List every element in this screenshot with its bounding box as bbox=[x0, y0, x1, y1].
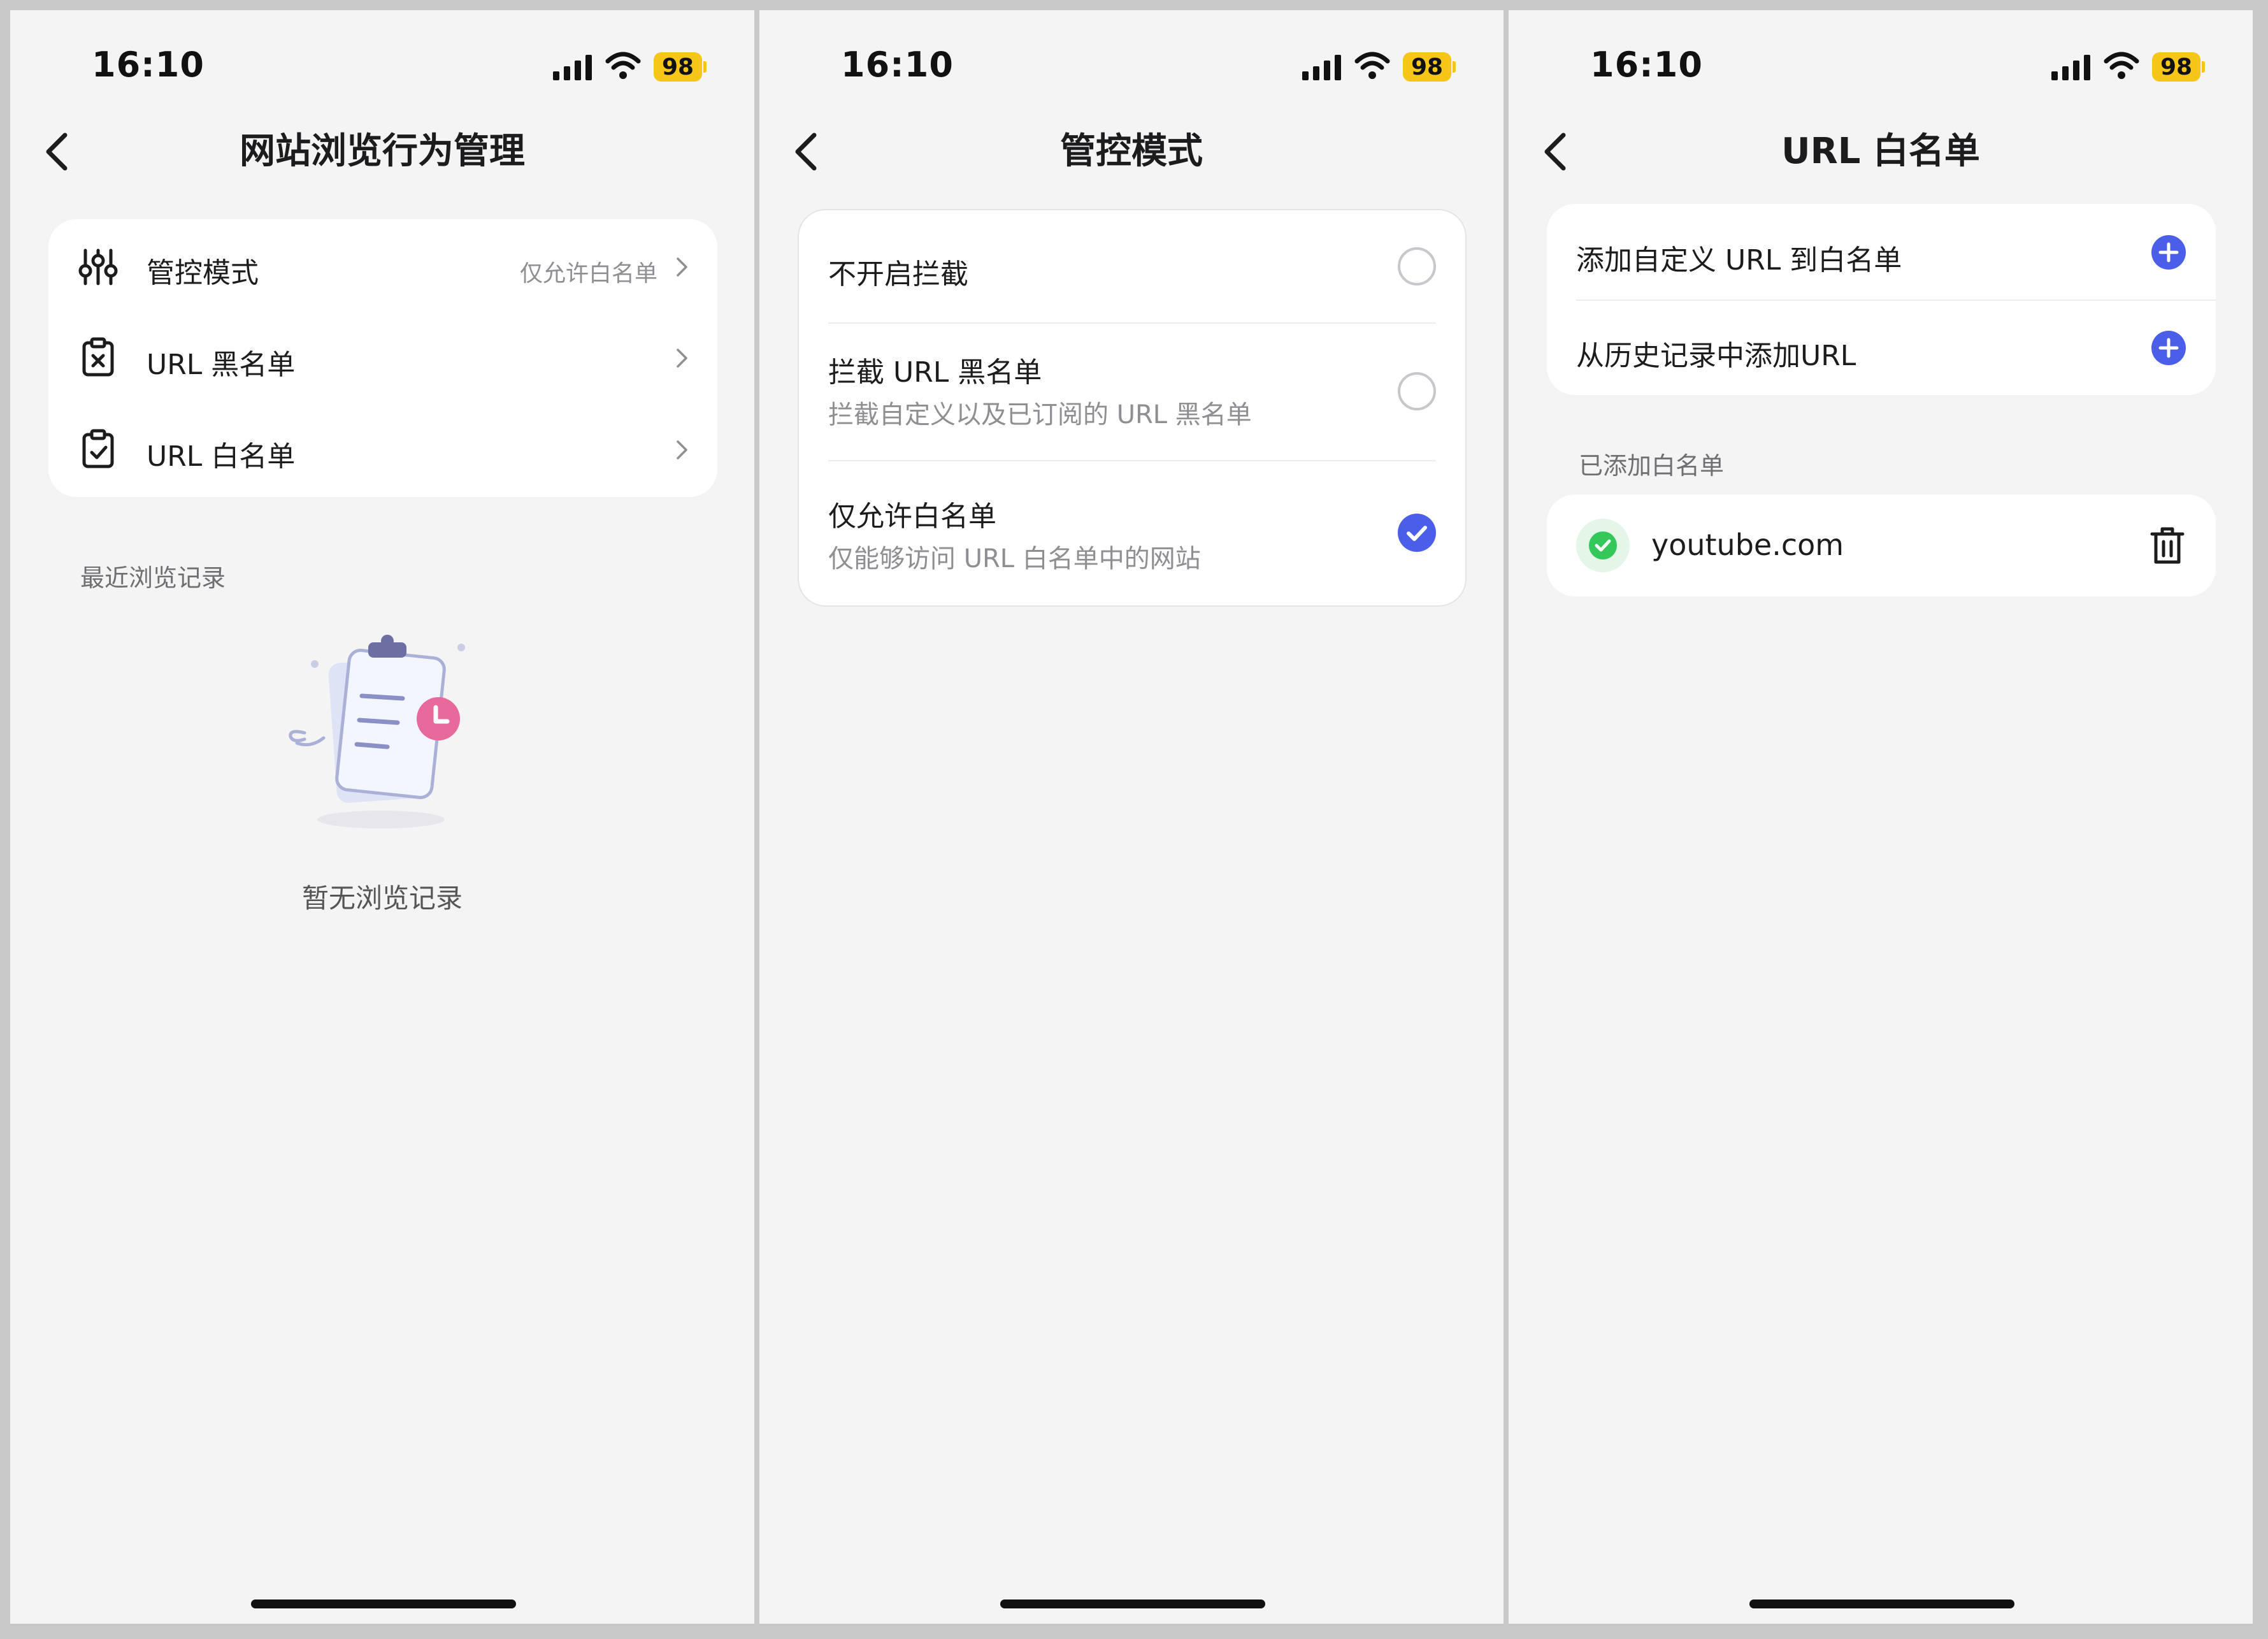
trash-icon[interactable] bbox=[2150, 526, 2185, 565]
menu-item-url-whitelist[interactable]: URL 白名单 bbox=[48, 404, 717, 497]
option-title: 不开启拦截 bbox=[828, 258, 968, 291]
chevron-right-icon bbox=[677, 349, 687, 368]
status-bar: 16:10 98 bbox=[759, 10, 1504, 106]
radio-checked-icon[interactable] bbox=[1398, 514, 1436, 552]
empty-clipboard-illustration bbox=[289, 635, 465, 828]
status-time: 16:10 bbox=[1590, 45, 1703, 85]
clipboard-check-icon bbox=[82, 429, 114, 468]
option-subtitle: 仅能够访问 URL 白名单中的网站 bbox=[828, 544, 1201, 574]
home-indicator bbox=[251, 1599, 516, 1608]
whitelist-domain: youtube.com bbox=[1651, 528, 1844, 562]
battery-nub bbox=[703, 61, 707, 73]
status-time: 16:10 bbox=[841, 45, 954, 85]
battery-badge: 98 bbox=[654, 52, 702, 82]
mode-options-card: 不开启拦截 拦截 URL 黑名单 拦截自定义以及已订阅的 URL 黑名单 仅允许… bbox=[798, 209, 1467, 607]
signal-icon bbox=[2051, 55, 2090, 80]
battery-badge: 98 bbox=[2152, 52, 2200, 82]
clipboard-x-icon bbox=[82, 337, 114, 377]
battery-nub bbox=[2202, 61, 2205, 73]
menu-label-control-mode: 管控模式 bbox=[147, 257, 259, 289]
option-block-blacklist[interactable]: 拦截 URL 黑名单 拦截自定义以及已订阅的 URL 黑名单 bbox=[799, 324, 1465, 460]
signal-icon bbox=[1302, 55, 1341, 80]
page-title: 管控模式 bbox=[1060, 131, 1203, 172]
wifi-icon bbox=[2104, 52, 2139, 79]
list-item[interactable]: youtube.com bbox=[1547, 495, 2216, 596]
menu-label-url-whitelist: URL 白名单 bbox=[147, 440, 296, 473]
chevron-right-icon bbox=[677, 257, 687, 277]
radio-unchecked[interactable] bbox=[1398, 372, 1436, 410]
radio-unchecked[interactable] bbox=[1398, 247, 1436, 285]
action-label: 从历史记录中添加URL bbox=[1576, 340, 1856, 372]
status-bar: 16:10 98 bbox=[1509, 10, 2253, 106]
status-time: 16:10 bbox=[92, 45, 205, 85]
empty-history-text: 暂无浏览记录 bbox=[301, 883, 463, 914]
option-subtitle: 拦截自定义以及已订阅的 URL 黑名单 bbox=[828, 400, 1252, 430]
check-circle-icon bbox=[1576, 519, 1630, 572]
status-bar: 16:10 98 bbox=[10, 10, 754, 106]
screen-url-whitelist: 16:10 98 URL 白名单 添加自定义 URL 到白名单 从历史记录中添加… bbox=[1509, 10, 2253, 1624]
plus-circle-icon[interactable] bbox=[2151, 235, 2186, 270]
home-indicator bbox=[1000, 1599, 1265, 1608]
screen-control-mode: 16:10 98 管控模式 不开启拦截 拦截 URL 黑名单 拦截自定义以及已订… bbox=[759, 10, 1504, 1624]
add-actions-card: 添加自定义 URL 到白名单 从历史记录中添加URL bbox=[1547, 204, 2216, 395]
control-mode-value: 仅允许白名单 bbox=[519, 261, 657, 287]
battery-badge: 98 bbox=[1403, 52, 1451, 82]
option-no-blocking[interactable]: 不开启拦截 bbox=[799, 210, 1465, 322]
chevron-right-icon bbox=[677, 440, 687, 459]
signal-icon bbox=[553, 55, 592, 80]
home-indicator bbox=[1749, 1599, 2014, 1608]
page-title: 网站浏览行为管理 bbox=[240, 131, 525, 172]
page-title: URL 白名单 bbox=[1781, 131, 1980, 172]
add-from-history-button[interactable]: 从历史记录中添加URL bbox=[1547, 301, 2216, 395]
option-whitelist-only[interactable]: 仅允许白名单 仅能够访问 URL 白名单中的网站 bbox=[799, 461, 1465, 607]
option-title: 拦截 URL 黑名单 bbox=[828, 356, 1042, 389]
option-title: 仅允许白名单 bbox=[828, 500, 996, 533]
add-custom-url-button[interactable]: 添加自定义 URL 到白名单 bbox=[1547, 204, 2216, 300]
wifi-icon bbox=[1354, 52, 1390, 79]
whitelist-card: youtube.com bbox=[1547, 495, 2216, 596]
screen-browsing-management: 16:10 98 网站浏览行为管理 管控模式 仅允许白名单 URL 黑名单 UR… bbox=[10, 10, 754, 1624]
battery-nub bbox=[1453, 61, 1456, 73]
section-added-whitelist: 已添加白名单 bbox=[1579, 452, 1725, 480]
section-recent-history: 最近浏览记录 bbox=[80, 564, 226, 592]
wifi-icon bbox=[605, 52, 641, 79]
action-label: 添加自定义 URL 到白名单 bbox=[1576, 244, 1902, 277]
menu-label-url-blacklist: URL 黑名单 bbox=[147, 349, 296, 381]
settings-card: 管控模式 仅允许白名单 URL 黑名单 URL 白名单 bbox=[48, 219, 717, 497]
plus-circle-icon[interactable] bbox=[2151, 330, 2186, 366]
menu-item-url-blacklist[interactable]: URL 黑名单 bbox=[48, 312, 717, 404]
menu-item-control-mode[interactable]: 管控模式 仅允许白名单 bbox=[48, 219, 717, 315]
sliders-icon bbox=[78, 249, 118, 285]
